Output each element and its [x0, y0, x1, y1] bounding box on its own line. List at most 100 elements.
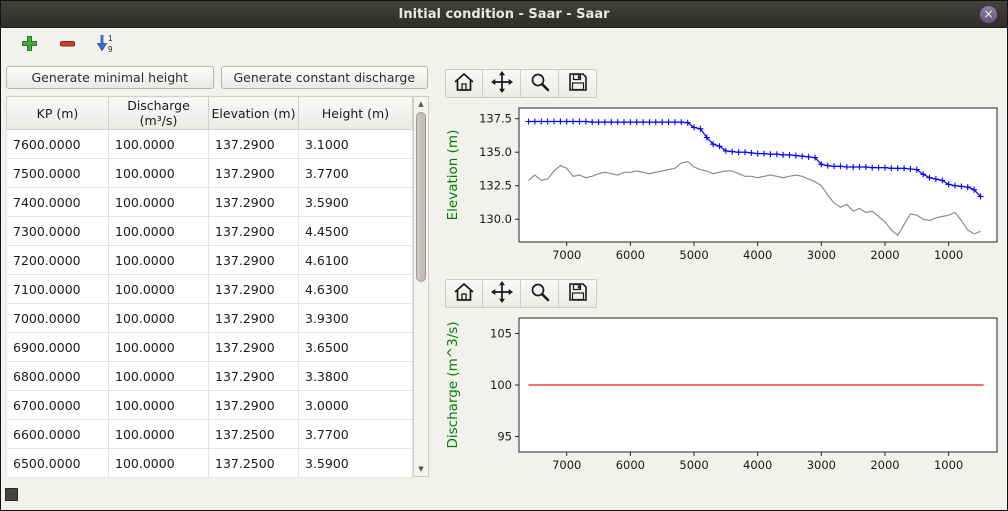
table-cell[interactable]: 100.0000	[109, 246, 209, 275]
generate-minimal-height-button[interactable]: Generate minimal height	[6, 66, 214, 89]
table-cell[interactable]: 7500.0000	[7, 159, 109, 188]
home-icon	[453, 72, 475, 95]
titlebar[interactable]: Initial condition - Saar - Saar ×	[1, 1, 1007, 28]
save-figure-button[interactable]	[559, 279, 597, 308]
table-cell[interactable]: 100.0000	[109, 362, 209, 391]
table-cell[interactable]: 4.4500	[299, 217, 413, 246]
svg-text:7000: 7000	[552, 458, 581, 472]
table-cell[interactable]: 6700.0000	[7, 391, 109, 420]
svg-text:Discharge (m^3/s): Discharge (m^3/s)	[445, 321, 461, 448]
table-cell[interactable]: 3.0000	[299, 391, 413, 420]
delete-row-button[interactable]	[55, 33, 79, 57]
table-cell[interactable]: 6800.0000	[7, 362, 109, 391]
svg-text:4000: 4000	[743, 458, 772, 472]
table-cell[interactable]: 100.0000	[109, 449, 209, 478]
table-cell[interactable]: 100.0000	[109, 333, 209, 362]
table-cell[interactable]: 3.3800	[299, 362, 413, 391]
table-cell[interactable]: 3.7700	[299, 420, 413, 449]
table-cell[interactable]: 100.0000	[109, 130, 209, 159]
magnifier-icon	[529, 281, 551, 306]
table-row: 7200.0000100.0000137.29004.6100	[7, 246, 413, 275]
table-cell[interactable]: 7600.0000	[7, 130, 109, 159]
close-button[interactable]: ×	[979, 5, 998, 24]
table-cell[interactable]: 137.2900	[209, 391, 299, 420]
plus-icon	[21, 35, 38, 55]
table-row: 6700.0000100.0000137.29003.0000	[7, 391, 413, 420]
table-cell[interactable]: 137.2900	[209, 333, 299, 362]
table-cell[interactable]: 100.0000	[109, 304, 209, 333]
table-cell[interactable]: 3.1000	[299, 130, 413, 159]
table-cell[interactable]: 4.6300	[299, 275, 413, 304]
table-cell[interactable]: 7400.0000	[7, 188, 109, 217]
main-toolbar: 1 9	[1, 28, 1007, 61]
table-cell[interactable]: 100.0000	[109, 420, 209, 449]
svg-text:7000: 7000	[552, 248, 581, 262]
table-cell[interactable]: 3.9300	[299, 304, 413, 333]
table-cell[interactable]: 137.2900	[209, 217, 299, 246]
table-scrollbar[interactable]: ▲ ▼	[413, 96, 429, 477]
table-cell[interactable]: 100.0000	[109, 159, 209, 188]
svg-text:100: 100	[490, 378, 512, 392]
column-header[interactable]: Elevation (m)	[209, 97, 299, 130]
svg-text:105: 105	[490, 326, 512, 340]
table-row: 7300.0000100.0000137.29004.4500	[7, 217, 413, 246]
home-icon	[453, 282, 475, 305]
discharge-plot[interactable]: 700060005000400030002000100095100105Disc…	[441, 310, 1007, 481]
table-cell[interactable]: 100.0000	[109, 275, 209, 304]
table-cell[interactable]: 137.2900	[209, 362, 299, 391]
table-cell[interactable]: 137.2500	[209, 449, 299, 478]
sort-ascending-icon: 1 9	[95, 33, 116, 56]
generate-constant-discharge-button[interactable]: Generate constant discharge	[221, 66, 429, 89]
table-cell[interactable]: 137.2900	[209, 246, 299, 275]
add-row-button[interactable]	[17, 33, 41, 57]
table-cell[interactable]: 4.6100	[299, 246, 413, 275]
scroll-down-icon[interactable]: ▼	[414, 462, 428, 476]
svg-text:5000: 5000	[679, 248, 708, 262]
table-row: 6800.0000100.0000137.29003.3800	[7, 362, 413, 391]
scroll-up-icon[interactable]: ▲	[414, 97, 428, 111]
table-cell[interactable]: 6900.0000	[7, 333, 109, 362]
svg-text:Elevation (m): Elevation (m)	[445, 130, 461, 221]
svg-text:3000: 3000	[807, 458, 836, 472]
table-cell[interactable]: 3.5900	[299, 188, 413, 217]
table-cell[interactable]: 7100.0000	[7, 275, 109, 304]
column-header[interactable]: Discharge (m³/s)	[109, 97, 209, 130]
table-cell[interactable]: 6600.0000	[7, 420, 109, 449]
svg-text:132.5: 132.5	[479, 179, 512, 193]
table-cell[interactable]: 137.2900	[209, 188, 299, 217]
table-cell[interactable]: 6500.0000	[7, 449, 109, 478]
pan-button[interactable]	[483, 69, 521, 98]
save-figure-button[interactable]	[559, 69, 597, 98]
table-cell[interactable]: 3.7700	[299, 159, 413, 188]
table-cell[interactable]: 7200.0000	[7, 246, 109, 275]
table-cell[interactable]: 3.6500	[299, 333, 413, 362]
pan-button[interactable]	[483, 279, 521, 308]
table-cell[interactable]: 7000.0000	[7, 304, 109, 333]
table-cell[interactable]: 137.2900	[209, 159, 299, 188]
svg-text:4000: 4000	[743, 248, 772, 262]
table-cell[interactable]: 100.0000	[109, 188, 209, 217]
table-row: 7500.0000100.0000137.29003.7700	[7, 159, 413, 188]
column-header[interactable]: KP (m)	[7, 97, 109, 130]
table-cell[interactable]: 100.0000	[109, 391, 209, 420]
elevation-plot[interactable]: 7000600050004000300020001000130.0132.513…	[441, 100, 1007, 271]
zoom-button[interactable]	[521, 279, 559, 308]
sort-rows-button[interactable]: 1 9	[93, 33, 117, 57]
svg-text:1000: 1000	[934, 248, 963, 262]
svg-text:9: 9	[108, 45, 113, 53]
svg-text:6000: 6000	[616, 458, 645, 472]
table-cell[interactable]: 137.2900	[209, 304, 299, 333]
move-icon	[491, 71, 513, 96]
home-button[interactable]	[445, 69, 483, 98]
column-header[interactable]: Height (m)	[299, 97, 413, 130]
table-cell[interactable]: 137.2500	[209, 420, 299, 449]
scroll-corner	[5, 488, 18, 501]
table-cell[interactable]: 137.2900	[209, 130, 299, 159]
table-cell[interactable]: 137.2900	[209, 275, 299, 304]
zoom-button[interactable]	[521, 69, 559, 98]
table-cell[interactable]: 3.5900	[299, 449, 413, 478]
table-cell[interactable]: 100.0000	[109, 217, 209, 246]
home-button[interactable]	[445, 279, 483, 308]
table-cell[interactable]: 7300.0000	[7, 217, 109, 246]
scrollbar-thumb[interactable]	[416, 112, 426, 282]
